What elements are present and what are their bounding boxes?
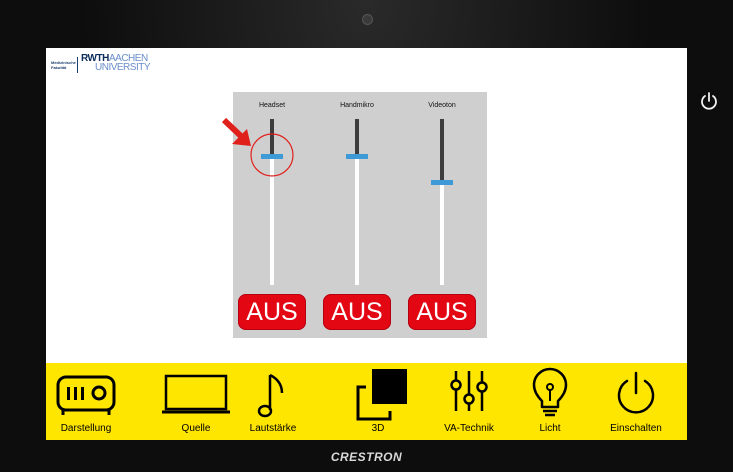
volume-slider-videoton[interactable]	[431, 119, 453, 285]
nav-quelle[interactable]: Quelle	[158, 363, 234, 440]
logo-faculty-text: Medizinische Fakultät	[51, 60, 76, 70]
channel-handmikro: Handmikro AUS	[318, 92, 396, 338]
channel-videoton: Videoton AUS	[403, 92, 481, 338]
nav-label: Darstellung	[60, 423, 112, 434]
slider-fill	[355, 119, 359, 156]
nav-va-technik[interactable]: VA-Technik	[432, 363, 506, 440]
nav-label: Licht	[539, 423, 561, 434]
logo-separator	[77, 57, 78, 73]
nav-label: Einschalten	[610, 423, 662, 434]
nav-label: Quelle	[181, 423, 211, 434]
crestron-brand-logo: CRESTRON	[330, 450, 403, 464]
nav-einschalten[interactable]: Einschalten	[593, 363, 679, 440]
nav-label: VA-Technik	[444, 423, 494, 434]
nav-label: 3D	[371, 423, 385, 434]
nav-3d[interactable]: 3D	[346, 363, 410, 440]
channel-label: Handmikro	[340, 102, 374, 109]
logo-university-text: UNIVERSITY	[95, 62, 151, 73]
mute-button-headset[interactable]: AUS	[238, 294, 306, 330]
camera-icon	[362, 14, 373, 25]
touch-screen: Medizinische Fakultät RWTH AACHEN UNIVER…	[46, 48, 687, 440]
nav-darstellung[interactable]: Darstellung	[46, 363, 126, 440]
nav-lautstaerke[interactable]: Lautstärke	[242, 363, 304, 440]
annotation-arrow-circle	[221, 117, 294, 177]
rwth-logo: Medizinische Fakultät RWTH AACHEN UNIVER…	[51, 53, 181, 75]
slider-thumb[interactable]	[346, 154, 368, 159]
hardware-power-icon[interactable]	[697, 89, 721, 113]
slider-thumb[interactable]	[431, 180, 453, 185]
main-navigation-bar: Darstellung Quelle Lautstärke 3D VA-Tech…	[46, 363, 687, 440]
nav-label: Lautstärke	[249, 423, 297, 434]
mute-button-videoton[interactable]: AUS	[408, 294, 476, 330]
slider-fill	[440, 119, 444, 182]
volume-slider-handmikro[interactable]	[346, 119, 368, 285]
channel-label: Videoton	[428, 102, 456, 109]
mute-button-handmikro[interactable]: AUS	[323, 294, 391, 330]
nav-licht[interactable]: Licht	[522, 363, 578, 440]
touch-panel-device: Medizinische Fakultät RWTH AACHEN UNIVER…	[0, 0, 733, 472]
channel-label: Headset	[258, 102, 286, 109]
